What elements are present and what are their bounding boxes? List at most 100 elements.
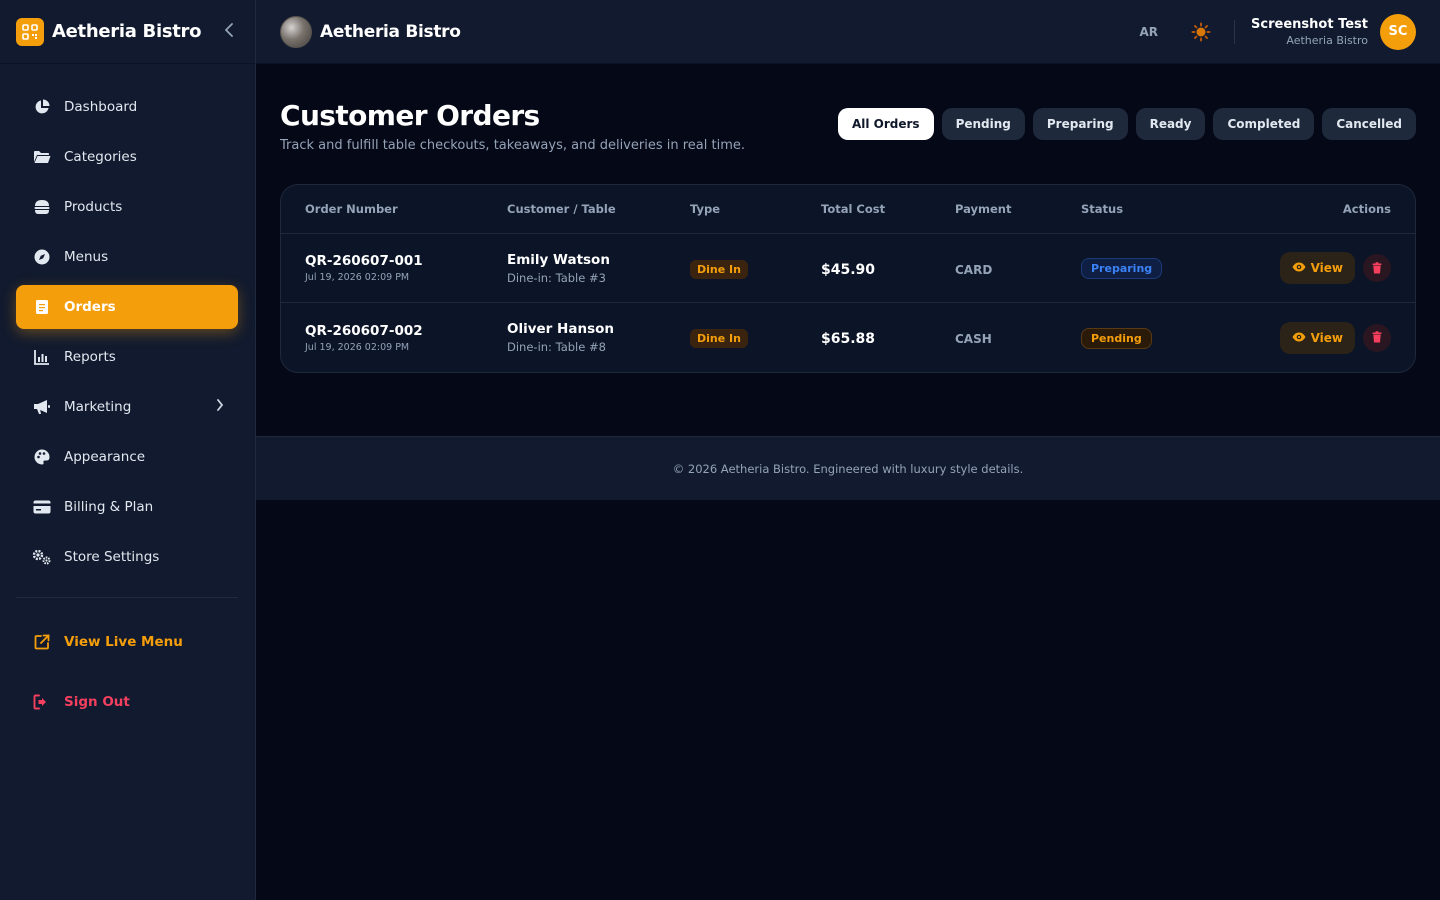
sidebar-item-orders[interactable]: Orders xyxy=(16,285,238,329)
filter-ready[interactable]: Ready xyxy=(1135,108,1206,140)
page-footer: © 2026 Aetheria Bistro. Engineered with … xyxy=(256,436,1440,500)
collapse-sidebar-button[interactable] xyxy=(219,22,239,41)
page-header: Customer Orders Track and fulfill table … xyxy=(256,64,1440,184)
sidebar-item-appearance[interactable]: Appearance xyxy=(16,435,238,479)
view-label: View xyxy=(1310,330,1343,345)
sidebar-item-menus[interactable]: Menus xyxy=(16,235,238,279)
sidebar-nav: Dashboard Categories Products Menus Orde… xyxy=(0,64,255,724)
trash-icon xyxy=(1372,259,1382,278)
sign-out-icon xyxy=(32,692,52,712)
folder-icon xyxy=(32,147,52,167)
order-number-cell: QR-260607-002 Jul 19, 2026 02:09 PM xyxy=(305,323,423,353)
store-avatar xyxy=(280,15,312,48)
view-order-button[interactable]: View xyxy=(1279,321,1355,354)
header-right: AR Screenshot Test Aetheria Bistro SC xyxy=(1140,13,1416,50)
header-customer: Customer / Table xyxy=(507,202,616,216)
filter-preparing[interactable]: Preparing xyxy=(1032,108,1128,140)
main-content: Customer Orders Track and fulfill table … xyxy=(256,64,1440,373)
order-number-cell: QR-260607-001 Jul 19, 2026 02:09 PM xyxy=(305,253,423,283)
header-actions: Actions xyxy=(1342,202,1391,216)
compass-icon xyxy=(32,247,52,267)
sidebar-item-reports[interactable]: Reports xyxy=(16,335,238,379)
order-date: Jul 19, 2026 02:09 PM xyxy=(305,272,410,283)
user-store: Aetheria Bistro xyxy=(1286,33,1368,47)
sidebar-item-label: Reports xyxy=(64,349,116,365)
sidebar-item-label: Billing & Plan xyxy=(64,499,154,515)
customer-table: Dine-in: Table #3 xyxy=(507,270,606,285)
row-actions: View xyxy=(1279,321,1391,354)
sidebar-item-label: Dashboard xyxy=(64,99,138,115)
sidebar-item-label: Categories xyxy=(64,149,137,165)
receipt-icon xyxy=(32,297,52,317)
filter-cancelled[interactable]: Cancelled xyxy=(1322,108,1416,140)
brand: Aetheria Bistro xyxy=(0,0,255,64)
order-date: Jul 19, 2026 02:09 PM xyxy=(305,341,410,353)
sidebar-item-categories[interactable]: Categories xyxy=(16,135,238,179)
delete-order-button[interactable] xyxy=(1363,254,1391,282)
filter-pending[interactable]: Pending xyxy=(941,108,1025,140)
order-total: $45.90 xyxy=(821,261,876,278)
page-subtitle: Track and fulfill table checkouts, takea… xyxy=(280,138,745,153)
header-total-cost: Total Cost xyxy=(821,202,886,216)
sign-out-label: Sign Out xyxy=(64,694,130,710)
sidebar-item-products[interactable]: Products xyxy=(16,185,238,229)
chevron-right-icon xyxy=(216,399,224,415)
sidebar-item-label: Orders xyxy=(64,299,116,315)
sidebar-item-label: Appearance xyxy=(64,449,146,465)
language-toggle-button[interactable]: AR xyxy=(1140,25,1159,39)
row-actions: View xyxy=(1279,252,1391,284)
order-number: QR-260607-001 xyxy=(305,253,423,269)
sign-out-link[interactable]: Sign Out xyxy=(16,680,238,724)
sidebar-item-store-settings[interactable]: Store Settings xyxy=(16,535,238,579)
header-status: Status xyxy=(1081,202,1124,216)
table-header-row: Order Number Customer / Table Type Total… xyxy=(281,185,1415,234)
sidebar: Aetheria Bistro Dashboard Categories Pro… xyxy=(0,0,256,900)
sun-icon[interactable] xyxy=(1190,21,1212,43)
sidebar-item-label: Menus xyxy=(64,249,109,265)
header-payment: Payment xyxy=(955,202,1012,216)
sidebar-item-marketing[interactable]: Marketing xyxy=(16,385,238,429)
view-order-button[interactable]: View xyxy=(1279,252,1355,284)
view-live-menu-link[interactable]: View Live Menu xyxy=(16,620,238,664)
eye-icon xyxy=(1292,261,1306,275)
filter-all-orders[interactable]: All Orders xyxy=(837,108,934,140)
external-link-icon xyxy=(32,632,52,652)
gears-icon xyxy=(32,547,52,567)
megaphone-icon xyxy=(32,397,52,417)
header-type: Type xyxy=(690,202,721,216)
sidebar-item-label: Marketing xyxy=(64,399,132,415)
sidebar-divider xyxy=(16,597,238,598)
customer-name: Oliver Hanson xyxy=(507,321,614,337)
sidebar-item-dashboard[interactable]: Dashboard xyxy=(16,85,238,129)
order-status-filters: All Orders Pending Preparing Ready Compl… xyxy=(837,100,1416,184)
sidebar-item-label: Store Settings xyxy=(64,549,160,565)
delete-order-button[interactable] xyxy=(1363,323,1391,352)
avatar[interactable]: SC xyxy=(1380,13,1416,50)
customer-cell: Oliver Hanson Dine-in: Table #8 xyxy=(507,321,614,354)
palette-icon xyxy=(32,447,52,467)
table-row: QR-260607-002 Jul 19, 2026 02:09 PM Oliv… xyxy=(281,303,1415,372)
sidebar-item-label: Products xyxy=(64,199,123,215)
user-info[interactable]: Screenshot Test Aetheria Bistro xyxy=(1251,17,1368,47)
payment-method: CARD xyxy=(955,262,993,277)
store-name: Aetheria Bistro xyxy=(320,21,461,42)
orders-table: Order Number Customer / Table Type Total… xyxy=(280,184,1416,373)
status-badge: Preparing xyxy=(1081,258,1163,279)
header-divider xyxy=(1234,19,1236,44)
order-type-badge: Dine In xyxy=(690,329,748,348)
trash-icon xyxy=(1372,328,1382,347)
sidebar-item-billing[interactable]: Billing & Plan xyxy=(16,485,238,529)
user-name: Screenshot Test xyxy=(1251,16,1368,32)
view-label: View xyxy=(1310,261,1343,275)
order-type-badge: Dine In xyxy=(690,259,748,279)
payment-method: CASH xyxy=(955,332,992,346)
status-badge: Pending xyxy=(1081,327,1152,349)
filter-completed[interactable]: Completed xyxy=(1213,108,1315,140)
customer-cell: Emily Watson Dine-in: Table #3 xyxy=(507,252,610,285)
table-row: QR-260607-001 Jul 19, 2026 02:09 PM Emil… xyxy=(281,234,1415,303)
customer-table: Dine-in: Table #8 xyxy=(507,340,606,354)
page-title: Customer Orders xyxy=(280,99,540,132)
burger-icon xyxy=(32,197,52,217)
eye-icon xyxy=(1292,331,1306,345)
pie-chart-icon xyxy=(32,97,52,117)
